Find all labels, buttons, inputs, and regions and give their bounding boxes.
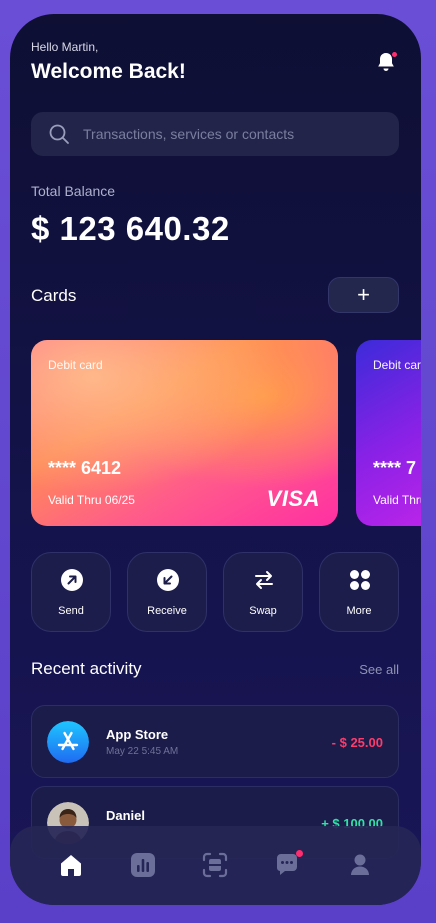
visa-logo: VISA <box>266 486 320 511</box>
balance-value: $ 123 640.32 <box>31 210 230 247</box>
transaction-date: May 22 5:45 AM <box>106 746 179 757</box>
search-bar[interactable] <box>31 112 399 156</box>
transaction-amount: - $ 25.00 <box>331 735 383 750</box>
card-type: Debit card <box>48 358 103 372</box>
quick-actions: Send Receive Swap More <box>31 552 399 632</box>
send-label: Send <box>58 605 84 617</box>
nav-chat[interactable] <box>274 850 303 878</box>
stats-icon <box>131 853 155 877</box>
card-number: **** 6412 <box>48 458 122 478</box>
arrow-down-left-icon <box>157 569 179 591</box>
balance-label: Total Balance <box>31 183 116 199</box>
notification-button[interactable] <box>374 50 398 74</box>
card-valid-thru: Valid Thru 06/25 <box>48 493 135 507</box>
receive-button[interactable]: Receive <box>127 552 207 632</box>
debit-card[interactable]: Debit card **** 6412 Valid Thru 06/25 VI… <box>31 340 338 526</box>
grid-icon <box>350 570 370 590</box>
cards-title: Cards <box>31 286 77 305</box>
search-input[interactable] <box>83 126 363 142</box>
app-store-icon <box>47 721 89 763</box>
receive-label: Receive <box>147 605 187 617</box>
transaction-name: Daniel <box>106 808 146 823</box>
swap-label: Swap <box>249 605 277 617</box>
card-type: Debit card <box>373 358 421 372</box>
card-number: **** 7 <box>373 458 417 478</box>
add-card-button[interactable]: + <box>328 277 399 313</box>
more-label: More <box>346 605 372 617</box>
nav-profile[interactable] <box>347 852 373 878</box>
send-button[interactable]: Send <box>31 552 111 632</box>
notification-badge <box>391 51 398 58</box>
nav-stats[interactable] <box>130 852 156 878</box>
transaction-name: App Store <box>106 727 169 742</box>
bottom-nav <box>10 826 421 905</box>
nav-scan[interactable] <box>202 852 228 878</box>
recent-activity-title: Recent activity <box>31 659 142 678</box>
scan-icon <box>202 852 228 878</box>
nav-home[interactable] <box>58 852 84 878</box>
profile-icon <box>351 854 369 875</box>
more-button[interactable]: More <box>319 552 399 632</box>
home-icon <box>61 855 81 876</box>
search-icon <box>49 124 69 144</box>
swap-button[interactable]: Swap <box>223 552 303 632</box>
see-all-link[interactable]: See all <box>359 662 399 677</box>
debit-card-secondary[interactable]: Debit card **** 7 Valid Thru <box>356 340 421 526</box>
arrow-up-right-icon <box>61 569 83 591</box>
swap-icon <box>255 571 273 589</box>
transaction-row[interactable]: App Store May 22 5:45 AM - $ 25.00 <box>31 705 399 778</box>
phone-screen: Hello Martin, Welcome Back! Total Balanc… <box>10 14 421 905</box>
card-valid-thru: Valid Thru <box>373 493 421 507</box>
greeting-text: Hello Martin, <box>31 40 99 54</box>
chat-notification-badge <box>296 850 303 857</box>
page-title: Welcome Back! <box>31 60 186 83</box>
